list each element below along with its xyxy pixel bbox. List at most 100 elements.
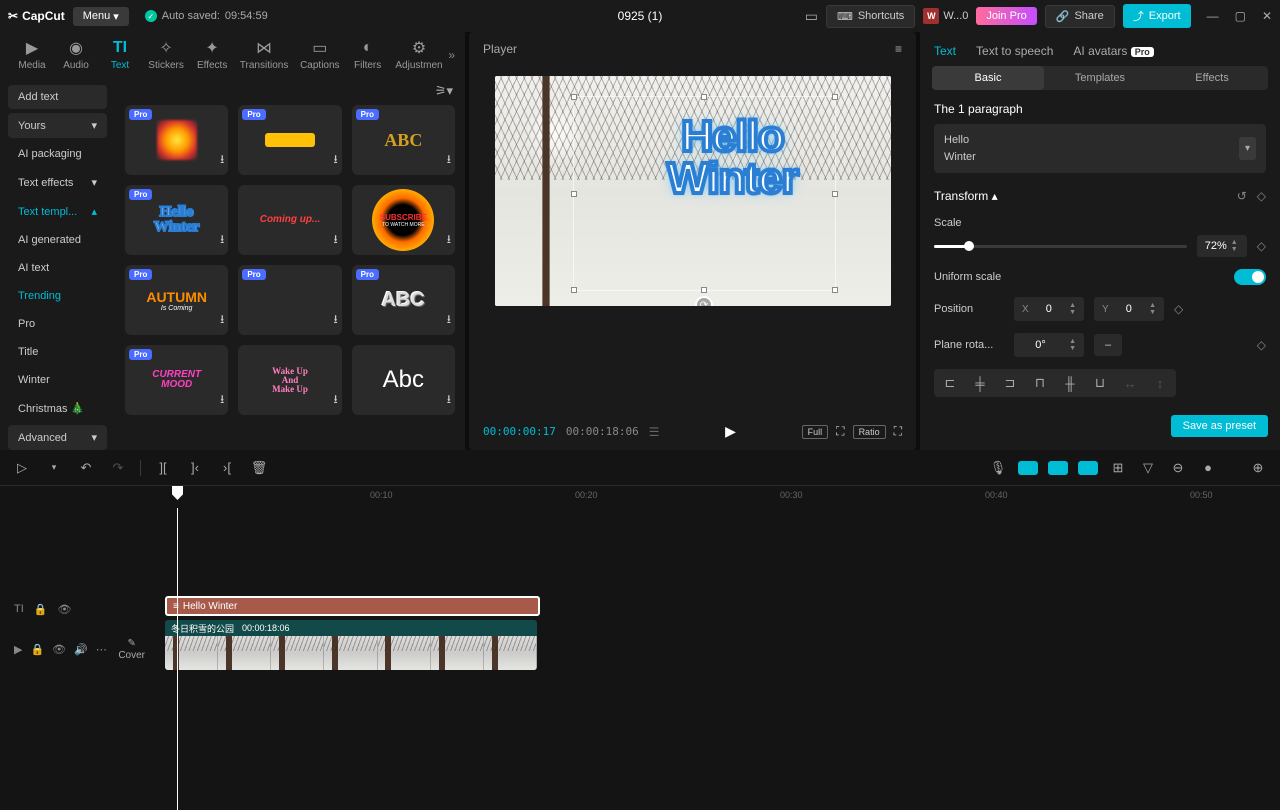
sidebar-item-ai-generated[interactable]: AI generated (8, 228, 107, 252)
select-dropdown-icon[interactable]: ▾ (44, 462, 64, 473)
timeline-ruler[interactable]: 00:10 00:20 00:30 00:40 00:50 (165, 486, 1280, 508)
keyframe-rot-icon[interactable]: ◇ (1257, 338, 1266, 352)
resize-handle-tl[interactable] (571, 94, 577, 100)
stepper-icon[interactable]: ▲▼ (1069, 338, 1076, 352)
ratio-button[interactable]: Ratio (853, 425, 886, 439)
resize-handle-bl[interactable] (571, 287, 577, 293)
pos-x-input[interactable]: X0▲▼ (1014, 297, 1084, 321)
download-icon[interactable]: ⭳ (447, 150, 451, 171)
reset-icon[interactable]: ↺ (1237, 189, 1247, 203)
uniform-scale-toggle[interactable] (1234, 269, 1266, 285)
play-button[interactable]: ▶ (725, 423, 736, 440)
tab-captions[interactable]: ▭Captions (294, 38, 346, 71)
mic-icon[interactable]: 🎙 (988, 460, 1008, 476)
sidebar-item-ai-packaging[interactable]: AI packaging (8, 142, 107, 166)
timeline-tracks[interactable]: ≡ Hello Winter 冬日积雪的公园 00:00:18:06 (165, 508, 1280, 810)
minimize-button[interactable]: — (1207, 9, 1219, 23)
template-item[interactable]: Abc⭳ (352, 345, 455, 415)
select-tool-icon[interactable]: ▷ (12, 460, 32, 476)
transform-header[interactable]: Transform ▴ (934, 189, 998, 203)
download-icon[interactable]: ⭳ (333, 150, 337, 171)
download-icon[interactable]: ⭳ (333, 390, 337, 411)
keyframe-pos-icon[interactable]: ◇ (1174, 302, 1183, 316)
scale-value[interactable]: 72%▲▼ (1197, 235, 1247, 257)
stepper-icon[interactable]: ▲▼ (1149, 302, 1156, 316)
zoom-out-icon[interactable]: ⊖ (1168, 460, 1188, 476)
undo-icon[interactable]: ↶ (76, 460, 96, 476)
sidebar-item-text-templates[interactable]: Text templ...▴ (8, 199, 107, 224)
sidebar-item-title[interactable]: Title (8, 340, 107, 364)
delete-icon[interactable]: 🗑 (249, 460, 269, 476)
sidebar-item-ai-text[interactable]: AI text (8, 256, 107, 280)
tabs-overflow-icon[interactable]: » (448, 48, 455, 62)
template-item[interactable]: Coming up...⭳ (238, 185, 341, 255)
tab-transitions[interactable]: ⋈Transitions (234, 38, 294, 71)
template-item[interactable]: ProABC⭳ (352, 265, 455, 335)
lock-icon[interactable]: 🔒 (30, 643, 44, 656)
rotation-input[interactable]: 0°▲▼ (1014, 333, 1084, 357)
project-title[interactable]: 0925 (1) (618, 9, 663, 23)
sidebar-item-trending[interactable]: Trending (8, 284, 107, 308)
align-right-icon[interactable]: ⊐ (996, 371, 1024, 395)
sidebar-item-winter[interactable]: Winter (8, 368, 107, 392)
download-icon[interactable]: ⭳ (220, 230, 224, 251)
tab-effects[interactable]: ✦Effects (190, 38, 234, 71)
magnet-toggle[interactable] (1018, 461, 1038, 475)
crop-icon[interactable]: ⛶ (836, 424, 844, 439)
tab-media[interactable]: ▶Media (10, 38, 54, 71)
rotation-dial[interactable]: – (1094, 334, 1122, 356)
subtab-effects[interactable]: Effects (1156, 66, 1268, 90)
template-item[interactable]: SUBSCRIBETO WATCH MORE⭳ (352, 185, 455, 255)
selection-box[interactable]: ⟳ (573, 96, 836, 291)
text-clip[interactable]: ≡ Hello Winter (165, 596, 540, 616)
align-top-icon[interactable]: ⊓ (1026, 371, 1054, 395)
sidebar-item-text-effects[interactable]: Text effects▾ (8, 170, 107, 195)
tab-text-props[interactable]: Text (934, 44, 956, 58)
preview-canvas[interactable]: HelloWinter ⟳ (495, 76, 891, 306)
template-item[interactable]: ProABC⭳ (352, 105, 455, 175)
maximize-button[interactable]: ▢ (1235, 9, 1246, 23)
resize-handle-t[interactable] (701, 94, 707, 100)
share-button[interactable]: 🔗 Share (1045, 5, 1115, 28)
keyframe-scale-icon[interactable]: ◇ (1257, 239, 1266, 253)
download-icon[interactable]: ⭳ (220, 150, 224, 171)
text-content-input[interactable]: Hello Winter ▾ (934, 124, 1266, 173)
subtab-templates[interactable]: Templates (1044, 66, 1156, 90)
download-icon[interactable]: ⭳ (220, 390, 224, 411)
resize-handle-br[interactable] (832, 287, 838, 293)
template-item[interactable]: ProHello Winter⭳ (125, 185, 228, 255)
template-item[interactable]: Pro⭳ (125, 105, 228, 175)
cover-button[interactable]: ✎Cover (118, 638, 145, 661)
stepper-icon[interactable]: ▲▼ (1069, 302, 1076, 316)
yours-dropdown[interactable]: Yours▾ (8, 113, 107, 138)
zoom-slider-icon[interactable]: ● (1198, 460, 1218, 475)
template-item[interactable]: Wake Up And Make Up⭳ (238, 345, 341, 415)
split-left-icon[interactable]: ]‹ (185, 460, 205, 475)
mute-icon[interactable]: 🔊 (74, 643, 88, 656)
user-info[interactable]: W W...0 (923, 8, 968, 24)
download-icon[interactable]: ⭳ (220, 310, 224, 331)
template-item[interactable]: ProCURRENT MOOD⭳ (125, 345, 228, 415)
player-menu-icon[interactable]: ≡ (895, 42, 902, 56)
preview-toggle[interactable] (1078, 461, 1098, 475)
resize-handle-b[interactable] (701, 287, 707, 293)
pos-y-input[interactable]: Y0▲▼ (1094, 297, 1164, 321)
full-button[interactable]: Full (802, 425, 829, 439)
expand-text-icon[interactable]: ▾ (1239, 137, 1256, 160)
more-icon[interactable]: ⋯ (96, 643, 107, 656)
list-icon[interactable]: ☰ (649, 425, 660, 439)
tab-audio[interactable]: ◉Audio (54, 38, 98, 71)
download-icon[interactable]: ⭳ (447, 390, 451, 411)
advanced-dropdown[interactable]: Advanced▾ (8, 425, 107, 450)
sidebar-item-pro[interactable]: Pro (8, 312, 107, 336)
download-icon[interactable]: ⭳ (333, 230, 337, 251)
fullscreen-icon[interactable]: ⛶ (894, 424, 902, 439)
subtab-basic[interactable]: Basic (932, 66, 1044, 90)
align-center-v-icon[interactable]: ╫ (1056, 371, 1084, 395)
tab-stickers[interactable]: ✧Stickers (142, 38, 190, 71)
eye-icon[interactable]: 👁 (52, 643, 66, 656)
resize-handle-tr[interactable] (832, 94, 838, 100)
tab-ai-avatars[interactable]: AI avatars Pro (1073, 44, 1153, 58)
video-clip[interactable]: 冬日积雪的公园 00:00:18:06 (165, 620, 537, 670)
lock-icon[interactable]: 🔒 (34, 603, 48, 616)
